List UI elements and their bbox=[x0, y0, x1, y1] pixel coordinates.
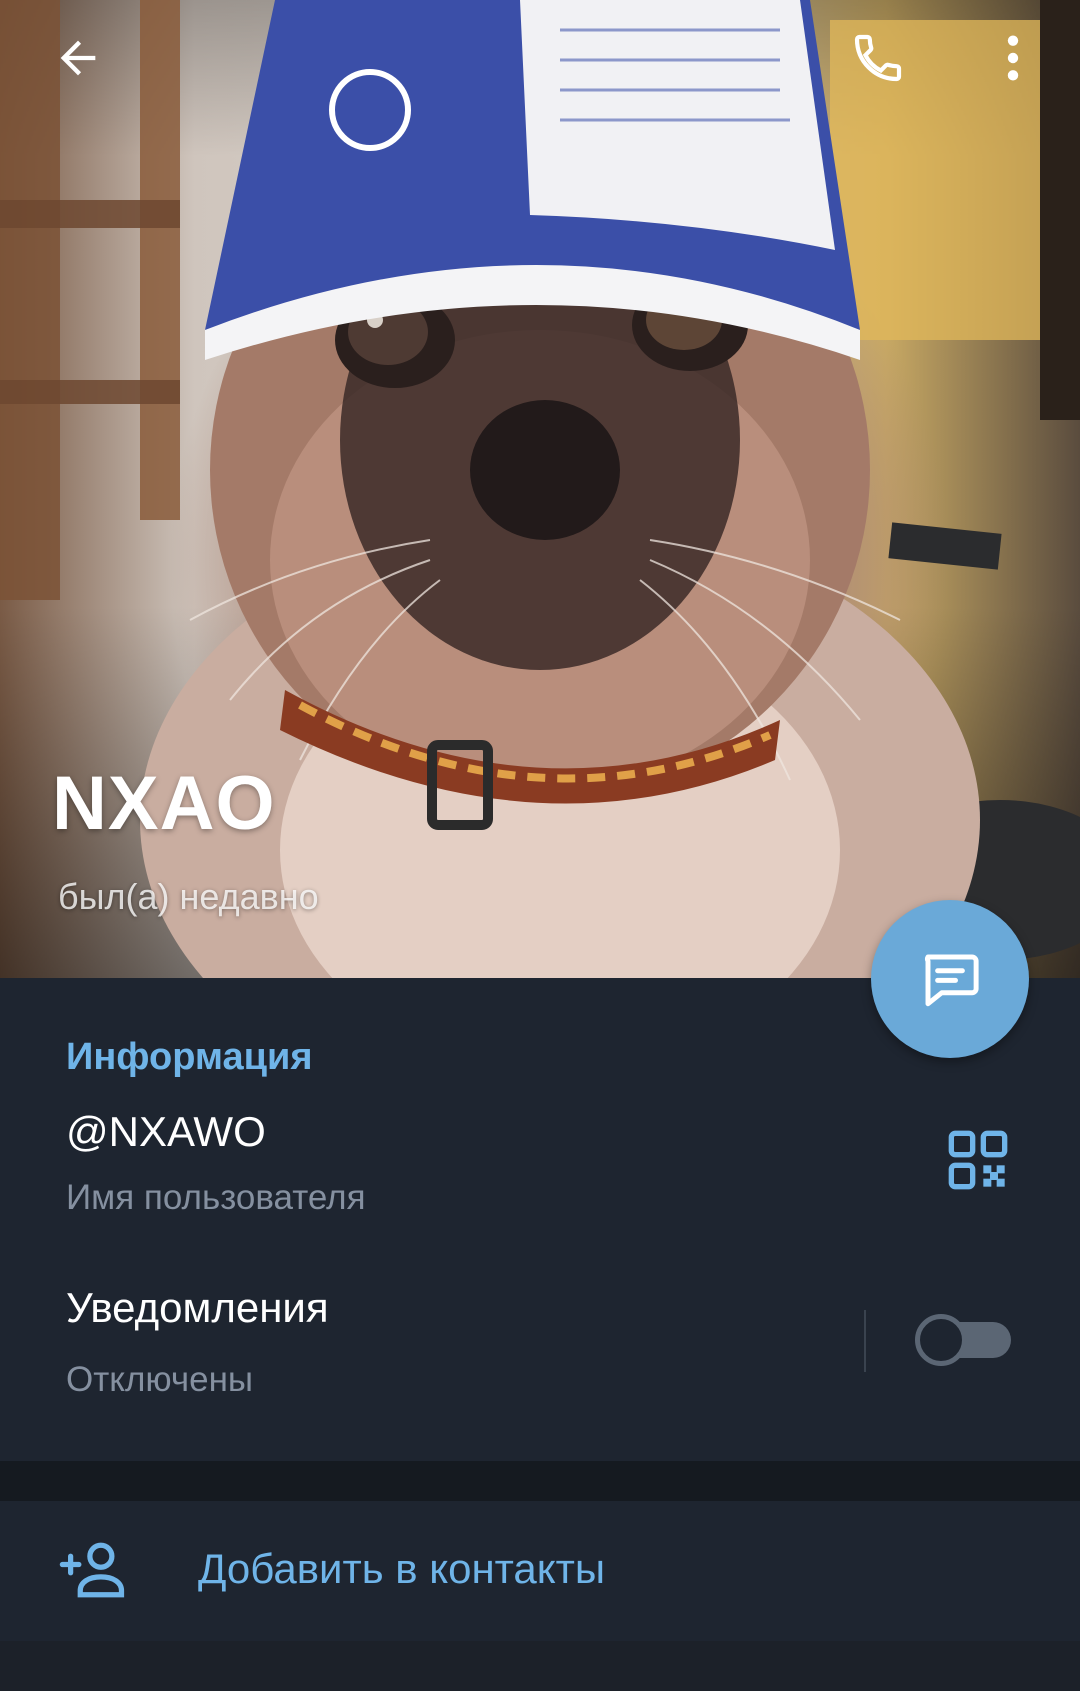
notifications-row[interactable]: Уведомления Отключены bbox=[0, 1278, 1080, 1438]
vertical-divider bbox=[864, 1310, 866, 1372]
add-contact-button[interactable]: Добавить в контакты bbox=[0, 1501, 1080, 1641]
message-icon bbox=[924, 954, 979, 1007]
username-label: Имя пользователя bbox=[66, 1178, 366, 1217]
add-contact-label: Добавить в контакты bbox=[198, 1545, 606, 1592]
more-button[interactable] bbox=[965, 10, 1061, 106]
profile-status: был(а) недавно bbox=[58, 876, 319, 917]
more-vertical-icon bbox=[1007, 35, 1019, 81]
arrow-left-icon bbox=[60, 40, 96, 76]
qr-code-icon[interactable] bbox=[946, 1128, 1010, 1192]
profile-screen: NXAO был(а) недавно Информация @NXAWO Им… bbox=[0, 0, 1080, 1691]
profile-name: NXAO bbox=[52, 761, 276, 846]
toggle-knob bbox=[915, 1314, 967, 1366]
back-button[interactable] bbox=[30, 10, 126, 106]
bottom-area bbox=[0, 1641, 1080, 1691]
username-row[interactable]: @NXAWO Имя пользователя bbox=[0, 1098, 1080, 1248]
message-fab-button[interactable] bbox=[871, 900, 1029, 1058]
phone-icon bbox=[854, 34, 902, 82]
username-value: @NXAWO bbox=[66, 1108, 266, 1155]
call-button[interactable] bbox=[830, 10, 926, 106]
section-gap bbox=[0, 1461, 1080, 1501]
add-person-icon bbox=[59, 1542, 125, 1598]
section-title-info: Информация bbox=[66, 1036, 313, 1078]
notifications-title: Уведомления bbox=[66, 1284, 329, 1331]
notifications-status: Отключены bbox=[66, 1360, 254, 1399]
notifications-toggle[interactable] bbox=[915, 1314, 1011, 1366]
profile-header: NXAO был(а) недавно bbox=[0, 0, 1080, 978]
